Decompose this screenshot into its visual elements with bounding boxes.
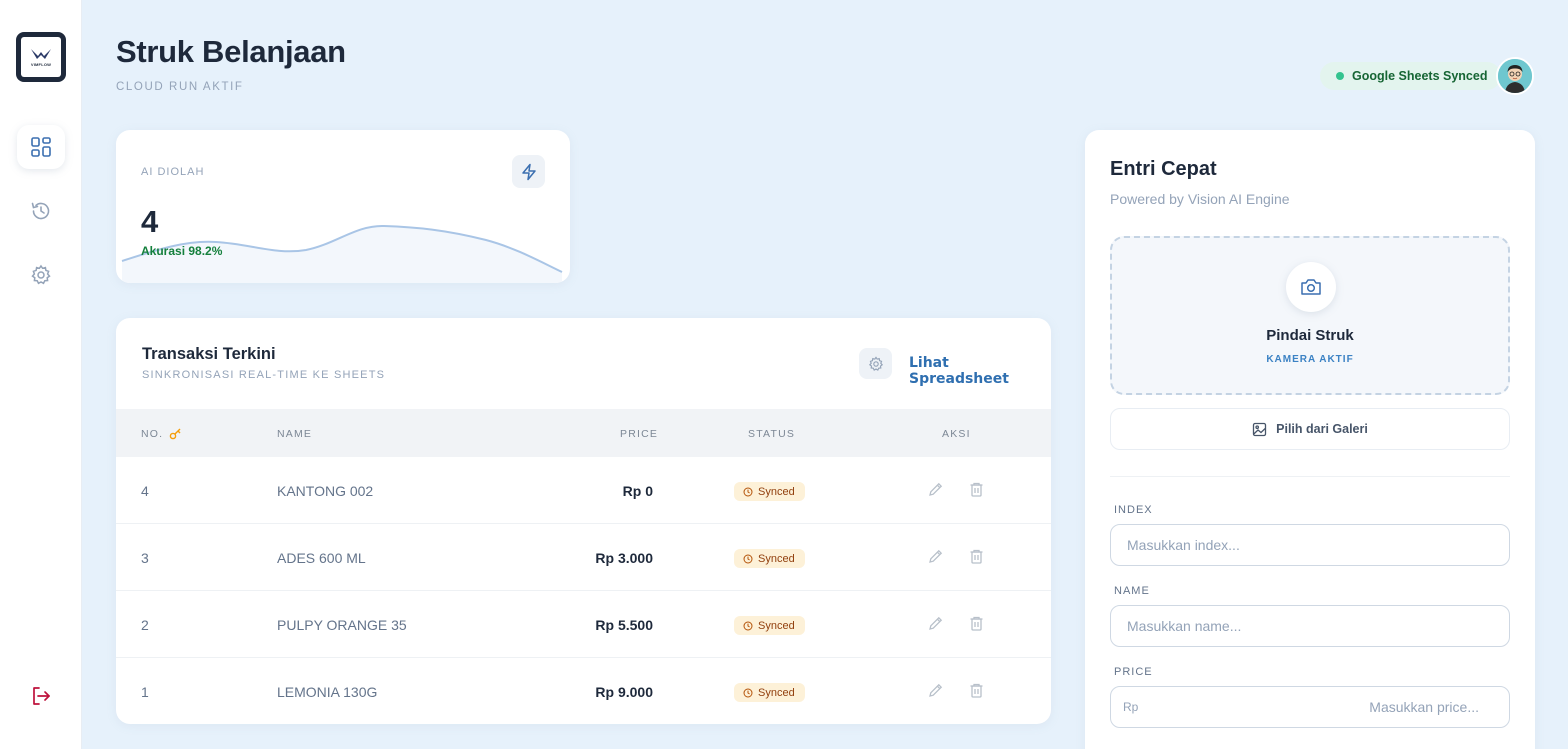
- currency-prefix: Rp: [1123, 700, 1139, 714]
- price-field[interactable]: Rp Masukkan price...: [1110, 686, 1510, 728]
- column-header-status[interactable]: STATUS: [748, 428, 795, 440]
- clock-icon: [743, 688, 753, 697]
- page-title: Struk Belanjaan: [116, 34, 346, 69]
- index-label: INDEX: [1114, 504, 1153, 516]
- gallery-label: Pilih dari Galeri: [1276, 422, 1368, 436]
- status-text: Synced: [758, 619, 795, 632]
- status-dot-icon: [1336, 72, 1344, 80]
- logout-button[interactable]: [17, 674, 65, 718]
- history-icon: [31, 202, 50, 220]
- edit-icon[interactable]: [927, 548, 944, 565]
- ai-processed-card: AI DIOLAH 4 Akurasi 98.2%: [116, 130, 570, 283]
- trash-icon[interactable]: [968, 615, 985, 632]
- choose-from-gallery-button[interactable]: Pilih dari Galeri: [1110, 408, 1510, 450]
- dashboard-icon: [31, 137, 51, 157]
- camera-button[interactable]: [1286, 262, 1336, 312]
- name-field[interactable]: Masukkan name...: [1110, 605, 1510, 647]
- trash-icon[interactable]: [968, 682, 985, 699]
- gear-icon: [31, 264, 51, 285]
- name-label: NAME: [1114, 585, 1150, 597]
- image-icon: [1252, 422, 1267, 436]
- status-badge: Synced: [734, 549, 805, 568]
- clock-icon: [743, 621, 753, 630]
- table-header: NO. NAME PRICE STATUS AKSI: [116, 409, 1051, 457]
- column-header-no[interactable]: NO.: [141, 428, 163, 440]
- scan-title: Pindai Struk: [1266, 327, 1354, 344]
- logo-bird-icon: [31, 49, 51, 59]
- sync-status-badge: Google Sheets Synced: [1320, 62, 1502, 90]
- table-settings-button[interactable]: [859, 348, 892, 379]
- price-label: PRICE: [1114, 666, 1153, 678]
- sidebar: VIMFLOW: [0, 0, 82, 749]
- recent-transactions-card: Transaksi Terkini SINKRONISASI REAL-TIME…: [116, 318, 1051, 724]
- lightning-button[interactable]: [512, 155, 545, 188]
- sidebar-item-history[interactable]: [17, 189, 65, 233]
- row-price: Rp 0: [622, 483, 653, 499]
- edit-icon[interactable]: [927, 615, 944, 632]
- sidebar-item-settings[interactable]: [17, 253, 65, 297]
- row-name: LEMONIA 130G: [277, 684, 378, 700]
- sparkline-chart: [121, 224, 563, 283]
- user-avatar-icon: [1498, 59, 1532, 93]
- status-badge: Synced: [734, 616, 805, 635]
- row-price: Rp 9.000: [595, 684, 653, 700]
- column-header-price[interactable]: PRICE: [620, 428, 658, 440]
- table-row[interactable]: 4 KANTONG 002 Rp 0 Synced: [116, 457, 1051, 524]
- row-no: 4: [141, 483, 149, 499]
- entry-subtitle: Powered by Vision AI Engine: [1110, 191, 1290, 207]
- status-text: Synced: [758, 552, 795, 565]
- table-row[interactable]: 2 PULPY ORANGE 35 Rp 5.500 Synced: [116, 591, 1051, 658]
- status-text: Synced: [758, 485, 795, 498]
- index-field[interactable]: Masukkan index...: [1110, 524, 1510, 566]
- divider: [1110, 476, 1510, 477]
- row-name: ADES 600 ML: [277, 550, 366, 566]
- name-placeholder: Masukkan name...: [1127, 618, 1242, 634]
- clock-icon: [743, 487, 753, 496]
- edit-icon[interactable]: [927, 481, 944, 498]
- row-name: KANTONG 002: [277, 483, 374, 499]
- section-subtitle: SINKRONISASI REAL-TIME KE SHEETS: [142, 369, 386, 381]
- gear-icon: [868, 355, 883, 371]
- camera-status: KAMERA AKTIF: [1266, 354, 1354, 365]
- row-no: 1: [141, 684, 149, 700]
- row-name: PULPY ORANGE 35: [277, 617, 407, 633]
- page-subtitle: CLOUD RUN AKTIF: [116, 81, 244, 93]
- status-badge: Synced: [734, 482, 805, 501]
- scan-receipt-dropzone[interactable]: Pindai Struk KAMERA AKTIF: [1110, 236, 1510, 395]
- quick-entry-card: Entri Cepat Powered by Vision AI Engine …: [1085, 130, 1535, 749]
- row-no: 2: [141, 617, 149, 633]
- price-placeholder: Masukkan price...: [1369, 699, 1479, 715]
- sidebar-item-dashboard[interactable]: [17, 125, 65, 169]
- status-badge: Synced: [734, 683, 805, 702]
- row-no: 3: [141, 550, 149, 566]
- sync-status-text: Google Sheets Synced: [1352, 69, 1488, 83]
- trash-icon[interactable]: [968, 548, 985, 565]
- status-text: Synced: [758, 686, 795, 699]
- app-logo[interactable]: VIMFLOW: [16, 32, 66, 82]
- key-icon: [169, 428, 181, 440]
- lightning-icon: [521, 163, 536, 180]
- stat-label: AI DIOLAH: [141, 166, 205, 178]
- column-header-name[interactable]: NAME: [277, 428, 312, 440]
- section-title: Transaksi Terkini: [142, 345, 276, 363]
- row-price: Rp 5.500: [595, 617, 653, 633]
- index-placeholder: Masukkan index...: [1127, 537, 1240, 553]
- column-header-actions: AKSI: [942, 428, 971, 440]
- clock-icon: [743, 554, 753, 563]
- table-row[interactable]: 3 ADES 600 ML Rp 3.000 Synced: [116, 524, 1051, 591]
- trash-icon[interactable]: [968, 481, 985, 498]
- table-row[interactable]: 1 LEMONIA 130G Rp 9.000 Synced: [116, 658, 1051, 724]
- entry-title: Entri Cepat: [1110, 158, 1217, 180]
- logout-icon: [33, 687, 50, 705]
- edit-icon[interactable]: [927, 682, 944, 699]
- camera-icon: [1301, 279, 1321, 295]
- row-price: Rp 3.000: [595, 550, 653, 566]
- stat-accuracy: Akurasi 98.2%: [141, 244, 223, 258]
- stat-value: 4: [141, 204, 159, 239]
- logo-text: VIMFLOW: [30, 62, 52, 67]
- avatar[interactable]: [1496, 57, 1534, 95]
- view-spreadsheet-link[interactable]: Lihat Spreadsheet: [909, 355, 1051, 387]
